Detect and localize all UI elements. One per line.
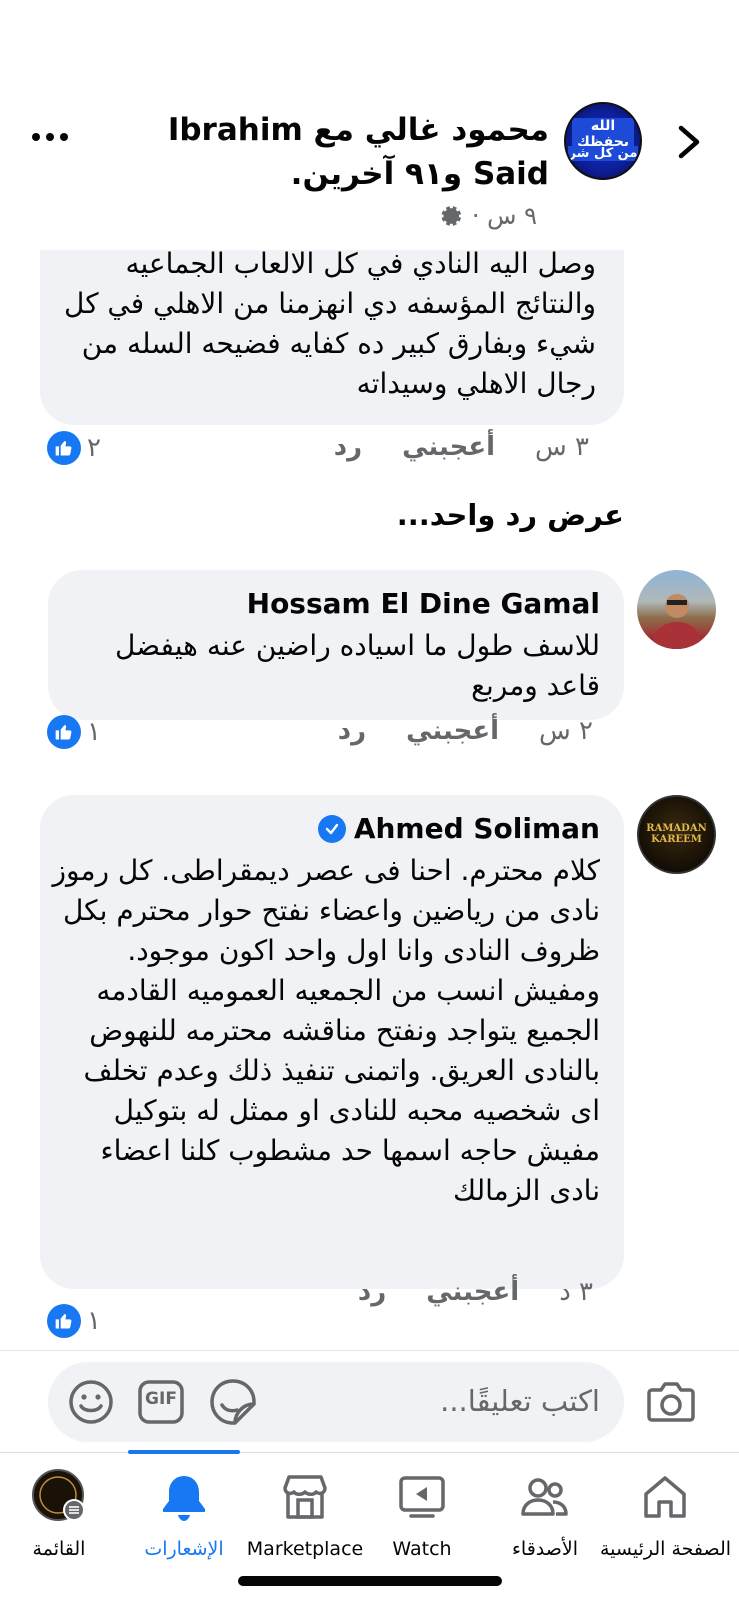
like-count-value: ٢	[87, 433, 101, 463]
like-button[interactable]: أعجبني	[406, 716, 499, 746]
comment-time: ٢ س	[539, 716, 593, 746]
tab-label: الصفحة الرئيسية	[600, 1538, 732, 1560]
view-replies-link[interactable]: عرض رد واحد...	[397, 498, 624, 532]
comment-input-placeholder: اكتب تعليقًا...	[440, 1384, 600, 1418]
tab-label: الأصدقاء	[511, 1538, 579, 1560]
like-count[interactable]: ٢	[47, 431, 101, 465]
post-meta: ٩ س ·	[438, 202, 537, 230]
comment-input[interactable]: اكتب تعليقًا...	[48, 1362, 624, 1442]
post-time: ٩ س ·	[471, 202, 537, 230]
comment-bubble[interactable]: وصل اليه النادي في كل الالعاب الجماعيه و…	[40, 250, 624, 425]
sticker-icon[interactable]	[208, 1377, 258, 1427]
tab-label: Marketplace	[246, 1538, 364, 1560]
tab-label: القائمة	[32, 1538, 86, 1560]
comment-author[interactable]: Hossam El Dine Gamal	[247, 584, 600, 624]
like-count-value: ١	[87, 1306, 101, 1336]
bell-icon	[163, 1476, 205, 1521]
camera-icon[interactable]	[646, 1378, 696, 1424]
chevron-right-icon[interactable]	[676, 124, 702, 160]
like-count[interactable]: ١	[47, 715, 101, 749]
menu-avatar-icon	[32, 1469, 85, 1521]
avatar-text-line2: من كل شر	[568, 146, 638, 161]
friends-icon	[521, 1478, 568, 1516]
gear-icon	[441, 206, 462, 226]
home-indicator	[238, 1576, 502, 1586]
comment-author-row: Ahmed Soliman	[317, 809, 600, 849]
avatar[interactable]	[637, 570, 716, 649]
like-count-value: ١	[87, 717, 101, 747]
tab-label: Watch	[392, 1538, 452, 1560]
home-icon	[644, 1476, 686, 1518]
reply-button[interactable]: رد	[334, 432, 362, 462]
comment-author[interactable]: Ahmed Soliman	[354, 809, 600, 849]
more-options-icon[interactable]	[30, 122, 70, 146]
divider	[0, 1350, 739, 1351]
comment-text: للاسف طول ما اسياده راضين عنه هيفضل قاعد…	[115, 629, 600, 702]
comment-bubble[interactable]: Ahmed Soliman كلام محترم. احنا فى عصر دي…	[40, 795, 624, 1289]
avatar[interactable]: RAMADAN KAREEM	[637, 795, 716, 874]
comment-text: كلام محترم. احنا فى عصر ديمقراطى. كل رمو…	[52, 854, 600, 1207]
comment-text: وصل اليه النادي في كل الالعاب الجماعيه و…	[63, 250, 596, 400]
marketplace-icon	[283, 1475, 327, 1519]
reply-button[interactable]: رد	[358, 1277, 386, 1307]
comment-actions: ٢ س أعجبني رد	[338, 716, 593, 746]
like-button[interactable]: أعجبني	[426, 1277, 519, 1307]
thumbs-up-icon	[47, 431, 81, 465]
comment-actions: ٣ د أعجبني رد	[358, 1277, 593, 1307]
gif-label: GIF	[145, 1389, 177, 1409]
comment-time: ٣ س	[535, 432, 589, 462]
emoji-icon[interactable]	[67, 1378, 115, 1426]
avatar-text: RAMADAN KAREEM	[646, 823, 707, 845]
post-group-avatar[interactable]: الله يحفظك من كل شر	[564, 102, 642, 180]
comment-actions: ٣ س أعجبني رد	[334, 432, 589, 462]
comment-bubble[interactable]: Hossam El Dine Gamal للاسف طول ما اسياده…	[48, 570, 624, 720]
thumbs-up-icon	[47, 1304, 81, 1338]
profile-photo-icon	[651, 594, 703, 649]
gif-icon[interactable]: GIF	[136, 1378, 186, 1426]
post-title[interactable]: محمود غالي مع Ibrahim Said و٩١ آخرين.	[109, 108, 549, 196]
watch-icon	[399, 1476, 445, 1518]
active-tab-indicator	[128, 1450, 240, 1454]
tab-label: الإشعارات	[144, 1538, 224, 1560]
thumbs-up-icon	[47, 715, 81, 749]
verified-badge-icon	[317, 815, 346, 843]
comment-time: ٣ د	[559, 1277, 593, 1307]
like-count[interactable]: ١	[47, 1304, 101, 1338]
divider	[0, 1452, 739, 1453]
like-button[interactable]: أعجبني	[402, 432, 495, 462]
reply-button[interactable]: رد	[338, 716, 366, 746]
